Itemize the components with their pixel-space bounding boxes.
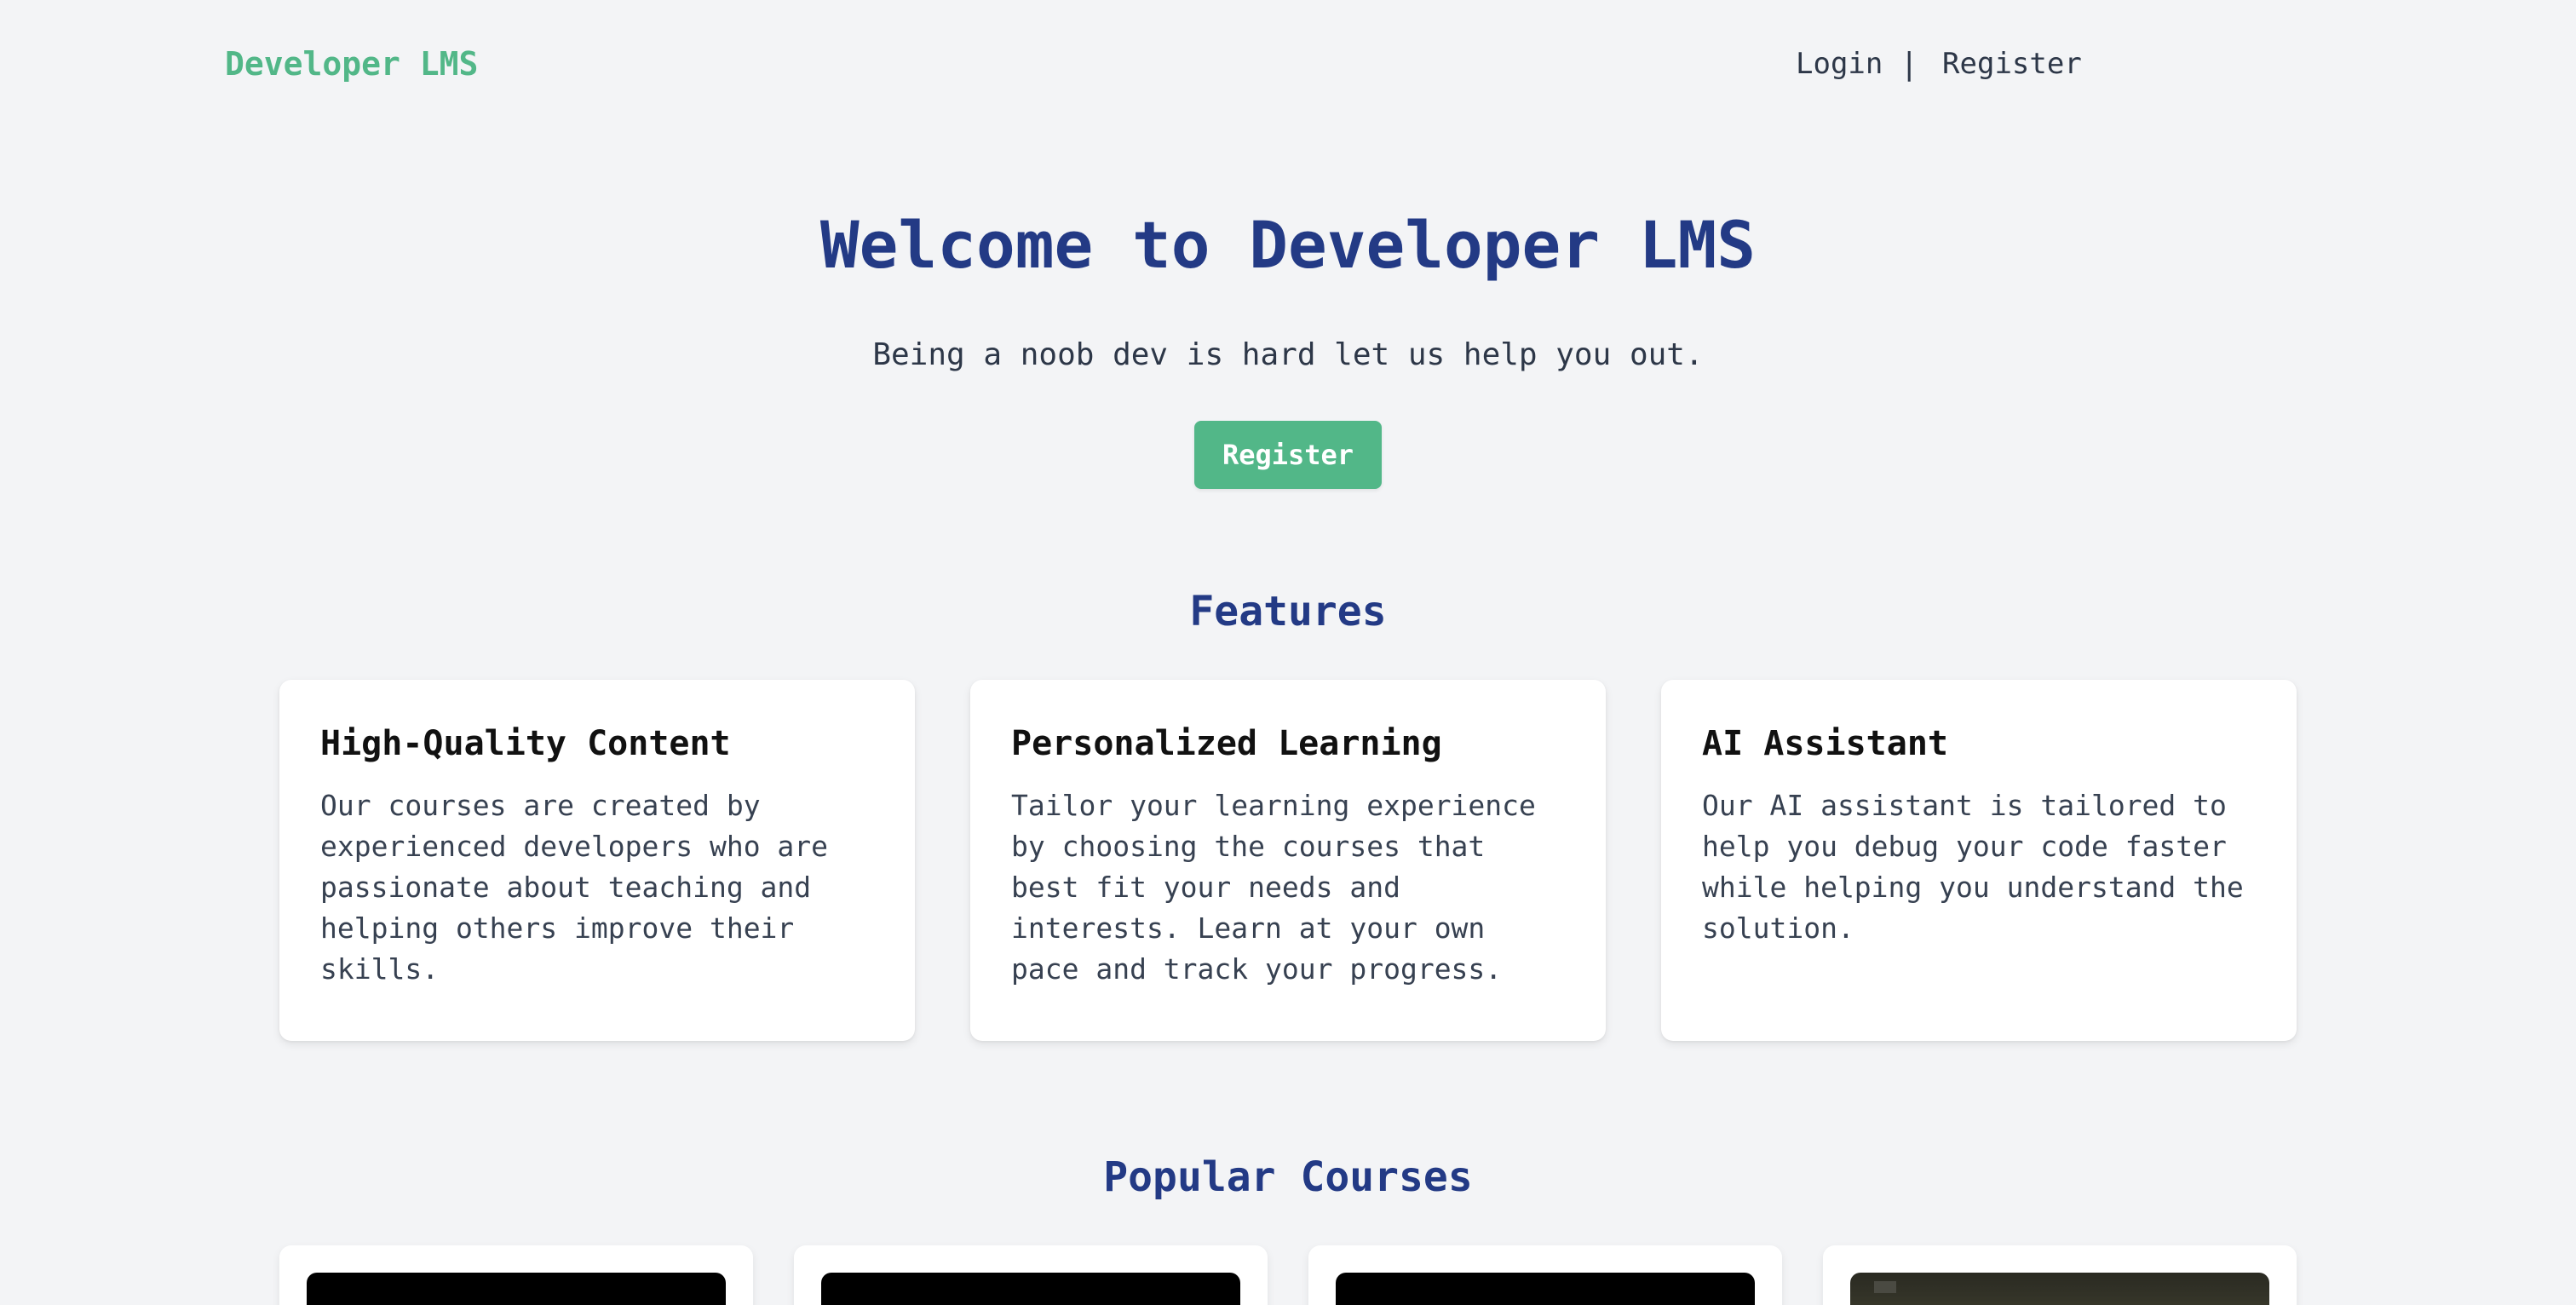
hero-title: Welcome to Developer LMS [819,207,1757,283]
logo[interactable]: Developer LMS [225,43,478,85]
features-title: Features [1189,588,1387,635]
feature-card-personalized: Personalized Learning Tailor your learni… [970,680,1606,1041]
register-button[interactable]: Register [1194,421,1382,489]
app-window: Developer LMS Login | Register Welcome t… [0,0,2576,1305]
course-card[interactable] [1308,1245,1782,1305]
feature-card-title: AI Assistant [1702,724,1948,763]
course-thumbnail [1850,1273,2269,1305]
course-card[interactable] [1823,1245,2297,1305]
feature-card-description: Our courses are created by experienced d… [320,789,829,986]
course-thumbnail [1336,1273,1755,1305]
top-nav: Login | Register [1796,43,2082,85]
popular-courses-title: Popular Courses [1103,1153,1473,1201]
feature-card-title: Personalized Learning [1011,724,1442,763]
course-card[interactable] [279,1245,753,1305]
course-thumbnail [307,1273,726,1305]
hero-subtitle: Being a noob dev is hard let us help you… [872,337,1704,372]
course-thumbnail [821,1273,1240,1305]
nav-separator: | [1900,46,1919,82]
feature-card-ai-assistant: AI Assistant Our AI assistant is tailore… [1661,680,2297,1041]
course-card[interactable] [794,1245,1268,1305]
feature-card-content: High-Quality Content Our courses are cre… [279,680,915,1041]
feature-card-description: Tailor your learning experience by choos… [1011,789,1536,986]
login-link[interactable]: Login [1796,47,1883,81]
feature-card-title: High-Quality Content [320,724,731,763]
register-link[interactable]: Register [1942,47,2082,81]
feature-card-description: Our AI assistant is tailored to help you… [1702,789,2244,945]
